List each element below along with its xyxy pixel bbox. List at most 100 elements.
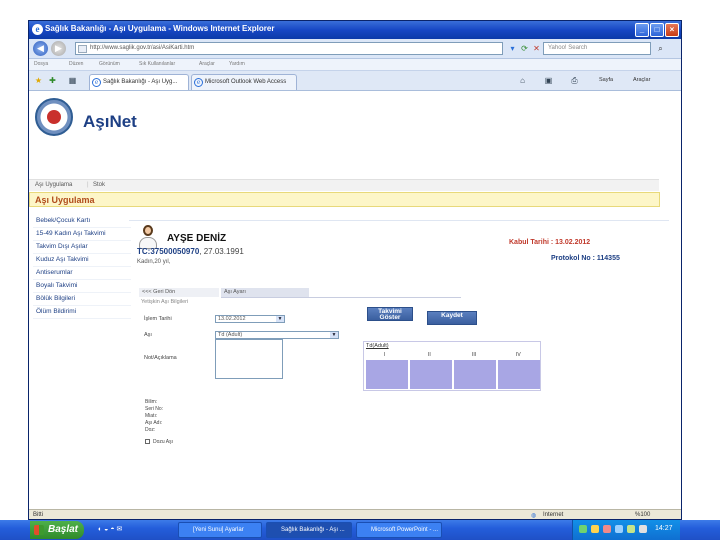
avatar [137, 223, 159, 249]
schedule-col-3: III [472, 352, 477, 358]
minimize-button[interactable]: _ [635, 23, 649, 37]
page-menu[interactable]: Sayfa [599, 77, 613, 83]
nav-stok[interactable]: Stok [93, 182, 105, 188]
task-1[interactable]: [Yeni Sunu] Ayarlar [178, 522, 262, 538]
quick-launch[interactable]: ◐ ◒ ◓ ✉ [98, 525, 168, 535]
sidebar: Bebek/Çocuk Kartı 15-49 Kadın Aşı Takvim… [33, 215, 131, 319]
ie-tab-icon: e [194, 78, 203, 87]
schedule-cell-4[interactable] [498, 360, 540, 389]
search-placeholder: Yahoo! Search [548, 45, 588, 51]
schedule-cell-1[interactable] [366, 360, 408, 389]
back-button[interactable]: ◀ [33, 41, 48, 56]
tab-outlook[interactable]: e Microsoft Outlook Web Access [191, 74, 297, 90]
menu-help[interactable]: Yardım [229, 61, 245, 67]
language-icon[interactable] [639, 525, 647, 533]
page-icon [78, 45, 87, 53]
volume-icon[interactable] [591, 525, 599, 533]
network-icon[interactable] [579, 525, 587, 533]
chevron-down-icon: ▼ [276, 316, 284, 322]
kaydet-button[interactable]: Kaydet [427, 311, 477, 325]
dozaj-checkbox[interactable] [145, 439, 150, 444]
tab-asi-ayari[interactable]: Aşı Ayarı [221, 288, 309, 297]
sidebar-item-antiserum[interactable]: Antiserumlar [33, 267, 131, 280]
system-tray: 14:27 [572, 520, 680, 540]
quick-tabs-icon[interactable]: ▦ [67, 75, 78, 86]
protokol-no: Protokol No : 114355 [551, 255, 620, 262]
start-label: Başlat [48, 524, 79, 535]
menu-bar: Dosya Düzen Görünüm Sık Kullanılanlar Ar… [29, 59, 681, 71]
start-button[interactable]: Başlat [30, 521, 84, 539]
menu-favorites[interactable]: Sık Kullanılanlar [139, 61, 175, 67]
update-icon[interactable] [615, 525, 623, 533]
antivirus-icon[interactable] [627, 525, 635, 533]
stop-icon[interactable]: ✕ [531, 43, 542, 54]
tab-asi-uygulama[interactable]: e Sağlık Bakanlığı - Aşı Uyg... [89, 74, 189, 90]
patient-tc: TC:37500050970 [137, 247, 200, 256]
tab-label: Microsoft Outlook Web Access [205, 79, 287, 85]
islem-tarihi-label: İşlem Tarihi [144, 316, 172, 322]
home-icon[interactable]: ⌂ [517, 75, 528, 86]
brand-title: AşıNet [83, 112, 137, 131]
status-bar: Bitti ◍ Internet %100 [29, 509, 681, 519]
menu-tools[interactable]: Araçlar [199, 61, 215, 67]
note-textarea[interactable] [215, 339, 283, 379]
sidebar-item-kuduz[interactable]: Kuduz Aşı Takvimi [33, 254, 131, 267]
search-icon[interactable]: ⌕ [655, 43, 666, 54]
tab-row: ★ ✚ ▦ e Sağlık Bakanlığı - Aşı Uyg... e … [29, 71, 681, 91]
dropdown-icon[interactable]: ▾ [507, 43, 518, 54]
patient-info: Kadın,20 yıl, [137, 259, 171, 265]
menu-view[interactable]: Görünüm [99, 61, 120, 67]
security-icon[interactable] [603, 525, 611, 533]
favorites-star-icon[interactable]: ★ [33, 75, 44, 86]
sidebar-item-boluk[interactable]: Bölük Bilgileri [33, 293, 131, 306]
schedule-col-1: I [384, 352, 386, 358]
address-bar[interactable]: http://www.saglik.gov.tr/asi/AsiKarti.ht… [75, 42, 503, 55]
islem-tarihi-value: 13.02.2012 [218, 316, 246, 322]
not-label: Not/Açıklama [144, 355, 177, 361]
zoom-level[interactable]: %100 [635, 512, 650, 518]
sidebar-item-boyali[interactable]: Boyalı Takvimi [33, 280, 131, 293]
browser-window: e Sağlık Bakanlığı - Aşı Uygulama - Wind… [28, 20, 682, 520]
address-row: ◀ ▶ http://www.saglik.gov.tr/asi/AsiKart… [29, 39, 681, 59]
asi-select[interactable]: Td (Adult) ▼ [215, 331, 339, 339]
sidebar-item-kadin[interactable]: 15-49 Kadın Aşı Takvimi [33, 228, 131, 241]
sidebar-item-takvim-disi[interactable]: Takvim Dışı Aşılar [33, 241, 131, 254]
globe-icon: ◍ [531, 513, 537, 519]
forward-button[interactable]: ▶ [51, 41, 66, 56]
schedule-cell-3[interactable] [454, 360, 496, 389]
schedule-caption: Td(Adult) [366, 343, 389, 349]
tab-geri-don[interactable]: <<< Geri Dön [139, 288, 219, 297]
main-content: AYŞE DENİZ TC:37500050970, 27.03.1991 Ka… [129, 210, 669, 510]
ie-tab-icon: e [92, 78, 101, 87]
window-title: Sağlık Bakanlığı - Aşı Uygulama - Window… [45, 24, 275, 33]
close-button[interactable]: × [665, 23, 679, 37]
nav-asi-uygulama[interactable]: Aşı Uygulama [35, 182, 72, 188]
search-input[interactable]: Yahoo! Search [543, 42, 651, 55]
patient-name: AYŞE DENİZ [167, 233, 227, 244]
islem-tarihi-select[interactable]: 13.02.2012 ▼ [215, 315, 285, 323]
menu-edit[interactable]: Düzen [69, 61, 83, 67]
page-content: AşıNet Aşı Uygulama | Stok Aşı Uygulama … [29, 92, 681, 508]
schedule-cell-2[interactable] [410, 360, 452, 389]
refresh-icon[interactable]: ⟳ [519, 43, 530, 54]
status-text: Bitti [33, 512, 44, 518]
kabul-tarihi: Kabul Tarihi : 13.02.2012 [509, 239, 591, 246]
add-favorite-icon[interactable]: ✚ [47, 75, 58, 86]
task-2[interactable]: Sağlık Bakanlığı - Aşı ... [266, 522, 352, 538]
feeds-icon[interactable]: ▣ [543, 75, 554, 86]
detail-miat: Miatı: [145, 413, 158, 419]
ministry-logo [35, 98, 73, 136]
schedule-col-2: II [428, 352, 431, 358]
print-icon[interactable]: ⎙ [569, 75, 580, 86]
schedule-table: Td(Adult) I II III IV [363, 341, 541, 391]
takvim-goster-button[interactable]: Takvimi Göster [367, 307, 413, 321]
patient-dob: , 27.03.1991 [199, 247, 244, 256]
sidebar-item-bebek[interactable]: Bebek/Çocuk Kartı [33, 215, 131, 228]
section-title: Aşı Uygulama [35, 195, 95, 205]
maximize-button[interactable]: □ [650, 23, 664, 37]
sidebar-item-olum[interactable]: Ölüm Bildirimi [33, 306, 131, 319]
task-3[interactable]: Microsoft PowerPoint - ... [356, 522, 442, 538]
menu-file[interactable]: Dosya [34, 61, 48, 67]
address-url: http://www.saglik.gov.tr/asi/AsiKarti.ht… [90, 45, 195, 51]
tools-menu[interactable]: Araçlar [633, 77, 650, 83]
